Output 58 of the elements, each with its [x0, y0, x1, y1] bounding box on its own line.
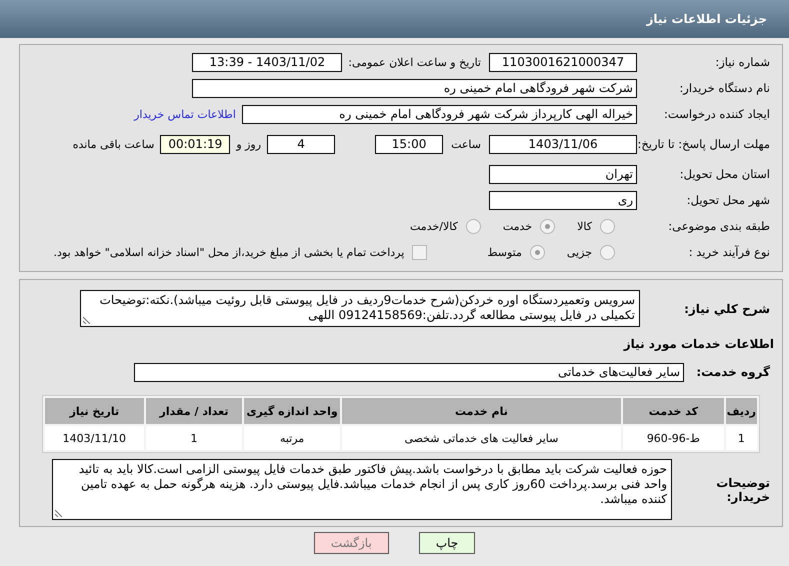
radio-button[interactable]	[466, 218, 481, 234]
service-group-field: سایر فعالیت‌های خدماتی	[134, 362, 684, 382]
print-button[interactable]: چاپ	[418, 532, 476, 554]
field-label: شماره نیاز:	[714, 55, 771, 69]
province-field: تهران	[489, 164, 637, 184]
radio-label: خدمت	[502, 220, 532, 232]
field-label: شهر محل تحویل:	[686, 193, 771, 207]
need-number-field: 1103001621000347	[489, 52, 637, 72]
buyer-contact-link[interactable]: اطلاعات تماس خریدار	[134, 108, 236, 120]
announce-date-field: 1403/11/02 - 13:39	[192, 52, 342, 72]
checkbox[interactable]	[412, 244, 428, 260]
field-label: مهلت ارسال پاسخ: تا تاریخ:	[637, 137, 771, 151]
field-label: ساعت	[451, 138, 481, 150]
column-header: نام خدمت	[342, 398, 621, 424]
summary-textarea[interactable]: سرویس وتعمیردستگاه اوره خردکن(شرح خدمات9ردیف در فایل پیوستی قابل روئیت میباشد).نکته:توضیحات تکمیلی در فایل پیوستی مطالعه گردد.تلفن:09124158569 اللهی	[80, 290, 640, 327]
field-label: نوع فرآیند خرید :	[688, 245, 771, 259]
field-label: نام دستگاه خریدار:	[678, 81, 771, 95]
creator-field: خیراله الهی کارپرداز شرکت شهر فرودگاهی امام خمینی ره	[242, 104, 637, 124]
resize-grip-icon	[83, 316, 91, 324]
field-label: روز و	[236, 138, 262, 150]
checkbox-label: پرداخت تمام یا بخشی از مبلغ خرید،از محل "اسناد خزانه اسلامی" خواهد بود.	[54, 246, 404, 258]
column-header: تعداد / مقدار	[146, 398, 242, 424]
radio-label: جزیی	[566, 246, 592, 258]
resize-grip-icon	[55, 509, 63, 517]
column-header: کد خدمت	[622, 398, 724, 424]
field-label: گروه خدمت:	[695, 365, 771, 379]
table-cell: سایر فعالیت های خدماتی شخصی	[342, 426, 621, 450]
page-title: جزئیات اطلاعات نیاز	[0, 0, 789, 38]
column-header: تاریخ نیاز	[45, 398, 144, 424]
field-label: توضیحات خریدار:	[715, 476, 771, 504]
column-header: واحد اندازه گیری	[244, 398, 340, 424]
field-label: ایجاد کننده درخواست:	[663, 107, 771, 121]
deadline-time-field: 15:00	[375, 134, 444, 154]
field-label: طبقه بندی موضوعی:	[667, 219, 771, 233]
table-cell: 1	[726, 426, 757, 450]
table-cell: مرتبه	[244, 426, 340, 450]
radio-label: کالا	[577, 220, 592, 232]
radio-button[interactable]	[600, 218, 615, 234]
radio-label: کالا/خدمت	[410, 220, 458, 232]
radio-button[interactable]	[600, 244, 615, 260]
table-cell: 1	[146, 426, 242, 450]
field-label: تاریخ و ساعت اعلان عمومی:	[348, 56, 481, 68]
column-header: ردیف	[726, 398, 757, 424]
radio-label: متوسط	[487, 246, 522, 258]
table-cell: ط-96-960	[622, 426, 724, 450]
field-label: شرح كلي نياز:	[683, 302, 771, 316]
buyer-field: شرکت شهر فرودگاهی امام خمینی ره	[192, 78, 637, 98]
radio-button[interactable]	[540, 218, 556, 234]
deadline-date-field: 1403/11/06	[489, 134, 637, 154]
field-label: استان محل تحویل:	[678, 167, 771, 181]
field-label: ساعت باقی مانده	[72, 138, 154, 150]
radio-button[interactable]	[530, 244, 545, 260]
table-cell: 1403/11/10	[45, 426, 144, 450]
buyer-notes-textarea[interactable]: حوزه فعالیت شرکت باید مطابق با درخواست باشد.پیش فاکتور طبق خدمات فایل پیوستی الزامی است.کالا باید به تائید واحد فنی برسد.پرداخت 60روز کاری پس از انجام خدمات میباشد.فایل پیوستی دارد. هزینه هرگونه حمل به عهده تامین کننده میباشد.	[52, 459, 672, 520]
city-field: ری	[489, 190, 637, 210]
section-heading: اطلاعات خدمات مورد نیاز	[622, 337, 775, 351]
days-field: 4	[267, 134, 336, 154]
remaining-time-field: 00:01:19	[160, 134, 230, 154]
